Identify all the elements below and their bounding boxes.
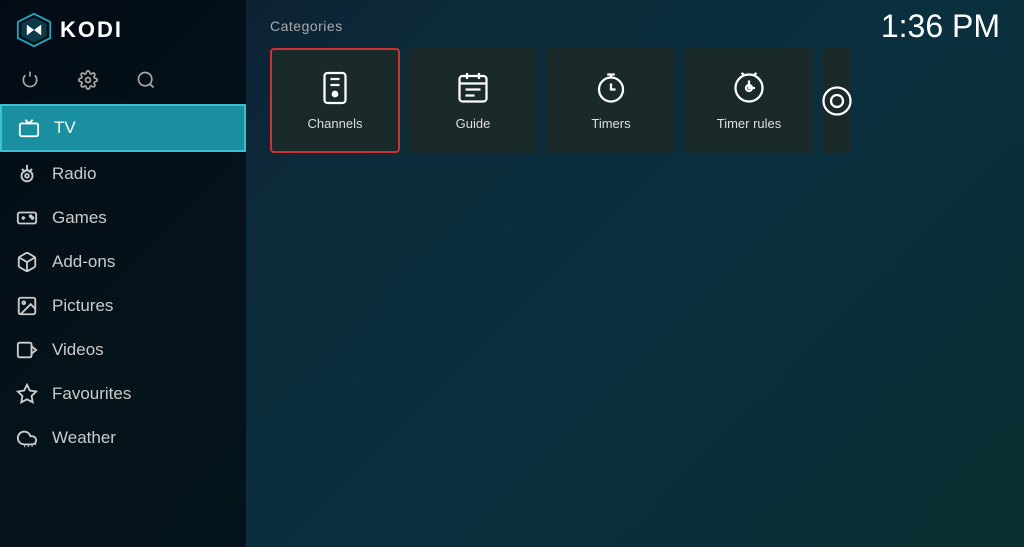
category-timers[interactable]: Timers — [546, 48, 676, 153]
addons-label: Add-ons — [52, 252, 115, 272]
pictures-icon — [16, 295, 38, 317]
category-guide[interactable]: Guide — [408, 48, 538, 153]
sidebar-item-pictures[interactable]: Pictures — [0, 284, 246, 328]
favourites-icon — [16, 383, 38, 405]
sidebar-icon-row — [0, 60, 246, 104]
timers-label: Timers — [591, 116, 630, 131]
categories-grid: Channels Guide — [270, 48, 1000, 153]
radio-icon — [16, 163, 38, 185]
games-label: Games — [52, 208, 107, 228]
sidebar-item-addons[interactable]: Add-ons — [0, 240, 246, 284]
category-partial[interactable] — [822, 48, 852, 153]
timer-rules-icon — [731, 70, 767, 106]
sidebar-item-radio[interactable]: Radio — [0, 152, 246, 196]
guide-label: Guide — [456, 116, 491, 131]
clock: 1:36 PM — [881, 8, 1000, 45]
sidebar: KODI — [0, 0, 246, 547]
sidebar-item-tv[interactable]: TV — [0, 104, 246, 152]
pictures-label: Pictures — [52, 296, 113, 316]
sidebar-nav: TV Radio — [0, 104, 246, 547]
radio-label: Radio — [52, 164, 96, 184]
sidebar-item-videos[interactable]: Videos — [0, 328, 246, 372]
tv-label: TV — [54, 118, 76, 138]
videos-icon — [16, 339, 38, 361]
kodi-logo — [16, 12, 52, 48]
guide-icon — [455, 70, 491, 106]
timer-rules-label: Timer rules — [717, 116, 782, 131]
favourites-label: Favourites — [52, 384, 131, 404]
category-timer-rules[interactable]: Timer rules — [684, 48, 814, 153]
games-icon — [16, 207, 38, 229]
app-title: KODI — [60, 17, 123, 43]
weather-label: Weather — [52, 428, 116, 448]
timers-icon — [593, 70, 629, 106]
channels-label: Channels — [308, 116, 363, 131]
main-content: 1:36 PM Categories Channels — [246, 0, 1024, 547]
tv-icon — [18, 117, 40, 139]
sidebar-item-games[interactable]: Games — [0, 196, 246, 240]
videos-label: Videos — [52, 340, 104, 360]
addons-icon — [16, 251, 38, 273]
category-channels[interactable]: Channels — [270, 48, 400, 153]
channels-icon — [317, 70, 353, 106]
sidebar-item-weather[interactable]: Weather — [0, 416, 246, 460]
search-button[interactable] — [132, 66, 160, 94]
weather-icon — [16, 427, 38, 449]
sidebar-item-favourites[interactable]: Favourites — [0, 372, 246, 416]
partial-icon — [822, 83, 852, 119]
sidebar-header: KODI — [0, 0, 246, 60]
settings-button[interactable] — [74, 66, 102, 94]
power-button[interactable] — [16, 66, 44, 94]
